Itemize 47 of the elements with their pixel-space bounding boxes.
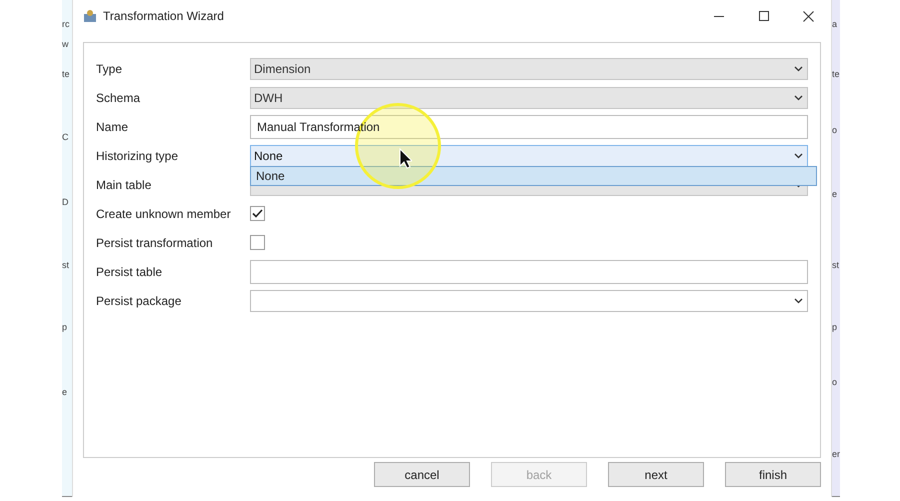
field-label: Create unknown member <box>96 206 232 222</box>
chevron-down-icon <box>794 298 803 304</box>
mouse-pointer-icon <box>399 148 412 169</box>
background-text: e <box>832 190 838 199</box>
checkbox[interactable] <box>250 206 265 221</box>
background-text: st <box>62 261 70 270</box>
background-text: te <box>62 70 70 79</box>
background-text: er <box>832 450 840 459</box>
background-text: o <box>832 378 838 387</box>
background-text: C <box>62 133 68 142</box>
chevron-down-icon <box>794 66 803 72</box>
background-text: D <box>62 198 68 207</box>
background-text: a <box>832 20 838 29</box>
background-text: st <box>832 261 840 270</box>
field-label: Schema <box>96 90 142 106</box>
background-text: te <box>832 70 840 79</box>
background-text: o <box>832 126 838 135</box>
wizard-button[interactable]: cancel <box>374 462 470 487</box>
wizard-button[interactable]: finish <box>725 462 821 487</box>
field-label: Main table <box>96 176 152 194</box>
background-text: e <box>62 388 68 397</box>
field-label: Historizing type <box>96 148 180 164</box>
field-label: Name <box>96 118 130 136</box>
dropdown[interactable] <box>250 290 808 312</box>
dropdown-value: Dimension <box>254 60 311 78</box>
field-label: Persist transformation <box>96 234 214 252</box>
chevron-down-icon <box>794 152 803 158</box>
background-text: w <box>62 40 68 49</box>
dropdown[interactable]: None <box>250 144 808 166</box>
close-icon <box>803 10 814 22</box>
dropdown-value: None <box>254 148 283 164</box>
field-label: Persist package <box>96 292 182 310</box>
dropdown-value: DWH <box>254 90 283 106</box>
checkbox[interactable] <box>250 235 265 250</box>
background-text: p <box>62 323 68 332</box>
maximize-icon <box>758 11 768 21</box>
chevron-down-icon <box>794 94 803 100</box>
field-label: Type <box>96 60 124 78</box>
background-text: p <box>832 323 838 332</box>
check-icon <box>252 209 263 218</box>
wizard-button[interactable]: next <box>608 462 704 487</box>
field-label: Persist table <box>96 264 164 280</box>
window-title: Transformation Wizard <box>103 8 224 25</box>
dropdown-option[interactable]: None <box>251 166 816 184</box>
app-icon <box>83 9 97 23</box>
background-text: rc <box>62 20 70 29</box>
text-field[interactable] <box>250 260 808 284</box>
